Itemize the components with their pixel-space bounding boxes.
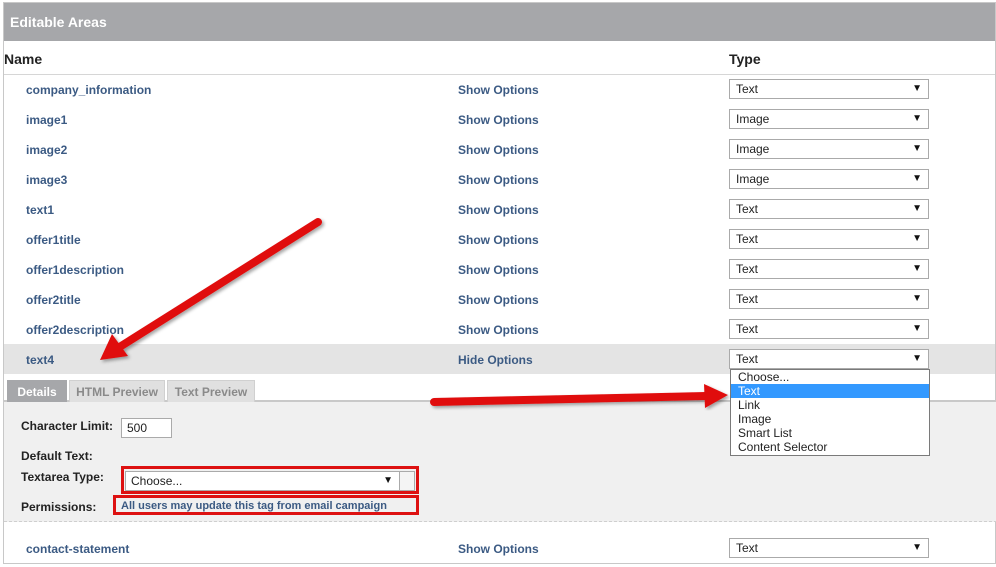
type-select[interactable]: Text ▼	[729, 538, 929, 558]
type-select[interactable]: Text ▼	[729, 199, 929, 219]
type-select[interactable]: Image ▼	[729, 169, 929, 189]
type-select-value: Text	[736, 82, 759, 96]
chevron-down-icon: ▼	[912, 353, 922, 364]
type-select-value: Image	[736, 142, 770, 156]
type-select-value: Text	[736, 352, 759, 366]
type-select-value: Image	[736, 172, 770, 186]
show-options-link[interactable]: Show Options	[458, 143, 539, 157]
editable-areas-panel: Editable Areas Name Type company_informa…	[3, 2, 996, 564]
row-name: offer2title	[26, 293, 81, 307]
table-row: offer2title Show Options Text ▼	[4, 284, 995, 314]
dropdown-option-choose[interactable]: Choose...	[731, 370, 929, 384]
type-select[interactable]: Text ▼	[729, 289, 929, 309]
table-row: image3 Show Options Image ▼	[4, 164, 995, 194]
type-select[interactable]: Text ▼	[729, 319, 929, 339]
dropdown-option-text[interactable]: Text	[731, 384, 929, 398]
chevron-down-icon: ▼	[912, 83, 922, 94]
table-row: image2 Show Options Image ▼	[4, 134, 995, 164]
type-select[interactable]: Text ▼	[729, 229, 929, 249]
panel-title: Editable Areas	[4, 3, 995, 41]
char-limit-input[interactable]: 500	[121, 418, 172, 438]
chevron-down-icon: ▼	[912, 323, 922, 334]
show-options-link[interactable]: Show Options	[458, 293, 539, 307]
tab-text-preview[interactable]: Text Preview	[167, 380, 255, 402]
annotation-highlight-box	[121, 466, 419, 494]
type-select-value: Text	[736, 541, 759, 555]
row-name: image3	[26, 173, 68, 187]
char-limit-label: Character Limit:	[21, 419, 114, 433]
show-options-link[interactable]: Show Options	[458, 233, 539, 247]
type-select[interactable]: Text ▼	[729, 259, 929, 279]
chevron-down-icon: ▼	[912, 203, 922, 214]
show-options-link[interactable]: Show Options	[458, 203, 539, 217]
type-select-value: Text	[736, 262, 759, 276]
permissions-label: Permissions:	[21, 500, 97, 514]
chevron-down-icon: ▼	[912, 293, 922, 304]
type-select-value: Text	[736, 202, 759, 216]
type-select[interactable]: Image ▼	[729, 139, 929, 159]
show-options-link[interactable]: Show Options	[458, 323, 539, 337]
row-name: offer1description	[26, 263, 125, 277]
table-row: company_information Show Options Text ▼	[4, 74, 995, 104]
chevron-down-icon: ▼	[912, 113, 922, 124]
type-dropdown-list: Choose... Text Link Image Smart List Con…	[730, 369, 930, 456]
table-row: text1 Show Options Text ▼	[4, 194, 995, 224]
show-options-link[interactable]: Show Options	[458, 113, 539, 127]
table-row: offer1description Show Options Text ▼	[4, 254, 995, 284]
type-select[interactable]: Image ▼	[729, 109, 929, 129]
row-name: contact-statement	[26, 542, 130, 556]
show-options-link[interactable]: Show Options	[458, 263, 539, 277]
table-row: image1 Show Options Image ▼	[4, 104, 995, 134]
row-name: image2	[26, 143, 68, 157]
type-select[interactable]: Text ▼	[729, 79, 929, 99]
show-options-link[interactable]: Show Options	[458, 83, 539, 97]
row-name: company_information	[26, 83, 152, 97]
chevron-down-icon: ▼	[912, 143, 922, 154]
column-name-header: Name	[4, 51, 43, 67]
table-row: offer2description Show Options Text ▼	[4, 314, 995, 344]
type-select-value: Text	[736, 322, 759, 336]
default-text-label: Default Text:	[21, 449, 93, 463]
chevron-down-icon: ▼	[912, 542, 922, 553]
dropdown-option-link[interactable]: Link	[731, 398, 929, 412]
type-select-value: Text	[736, 232, 759, 246]
textarea-type-label: Textarea Type:	[21, 470, 104, 484]
dropdown-option-content-selector[interactable]: Content Selector	[731, 440, 929, 454]
type-select-value: Text	[736, 292, 759, 306]
hide-options-link[interactable]: Hide Options	[458, 353, 533, 367]
row-name: offer1title	[26, 233, 81, 247]
show-options-link[interactable]: Show Options	[458, 173, 539, 187]
type-select-value: Image	[736, 112, 770, 126]
row-name: text4	[26, 353, 55, 367]
type-select-open[interactable]: Text ▼	[729, 349, 929, 369]
column-type-header: Type	[729, 51, 761, 67]
show-options-link[interactable]: Show Options	[458, 542, 539, 556]
chevron-down-icon: ▼	[912, 173, 922, 184]
chevron-down-icon: ▼	[912, 233, 922, 244]
table-row: contact-statement Show Options Text ▼	[4, 533, 995, 563]
chevron-down-icon: ▼	[912, 263, 922, 274]
dropdown-option-smart-list[interactable]: Smart List	[731, 426, 929, 440]
row-name: image1	[26, 113, 68, 127]
dropdown-option-image[interactable]: Image	[731, 412, 929, 426]
column-headers: Name Type	[4, 43, 995, 75]
table-row: offer1title Show Options Text ▼	[4, 224, 995, 254]
tab-html-preview[interactable]: HTML Preview	[69, 380, 165, 402]
row-name: text1	[26, 203, 55, 217]
annotation-highlight-box	[113, 495, 419, 515]
row-name: offer2description	[26, 323, 125, 337]
tab-details[interactable]: Details	[7, 380, 67, 402]
